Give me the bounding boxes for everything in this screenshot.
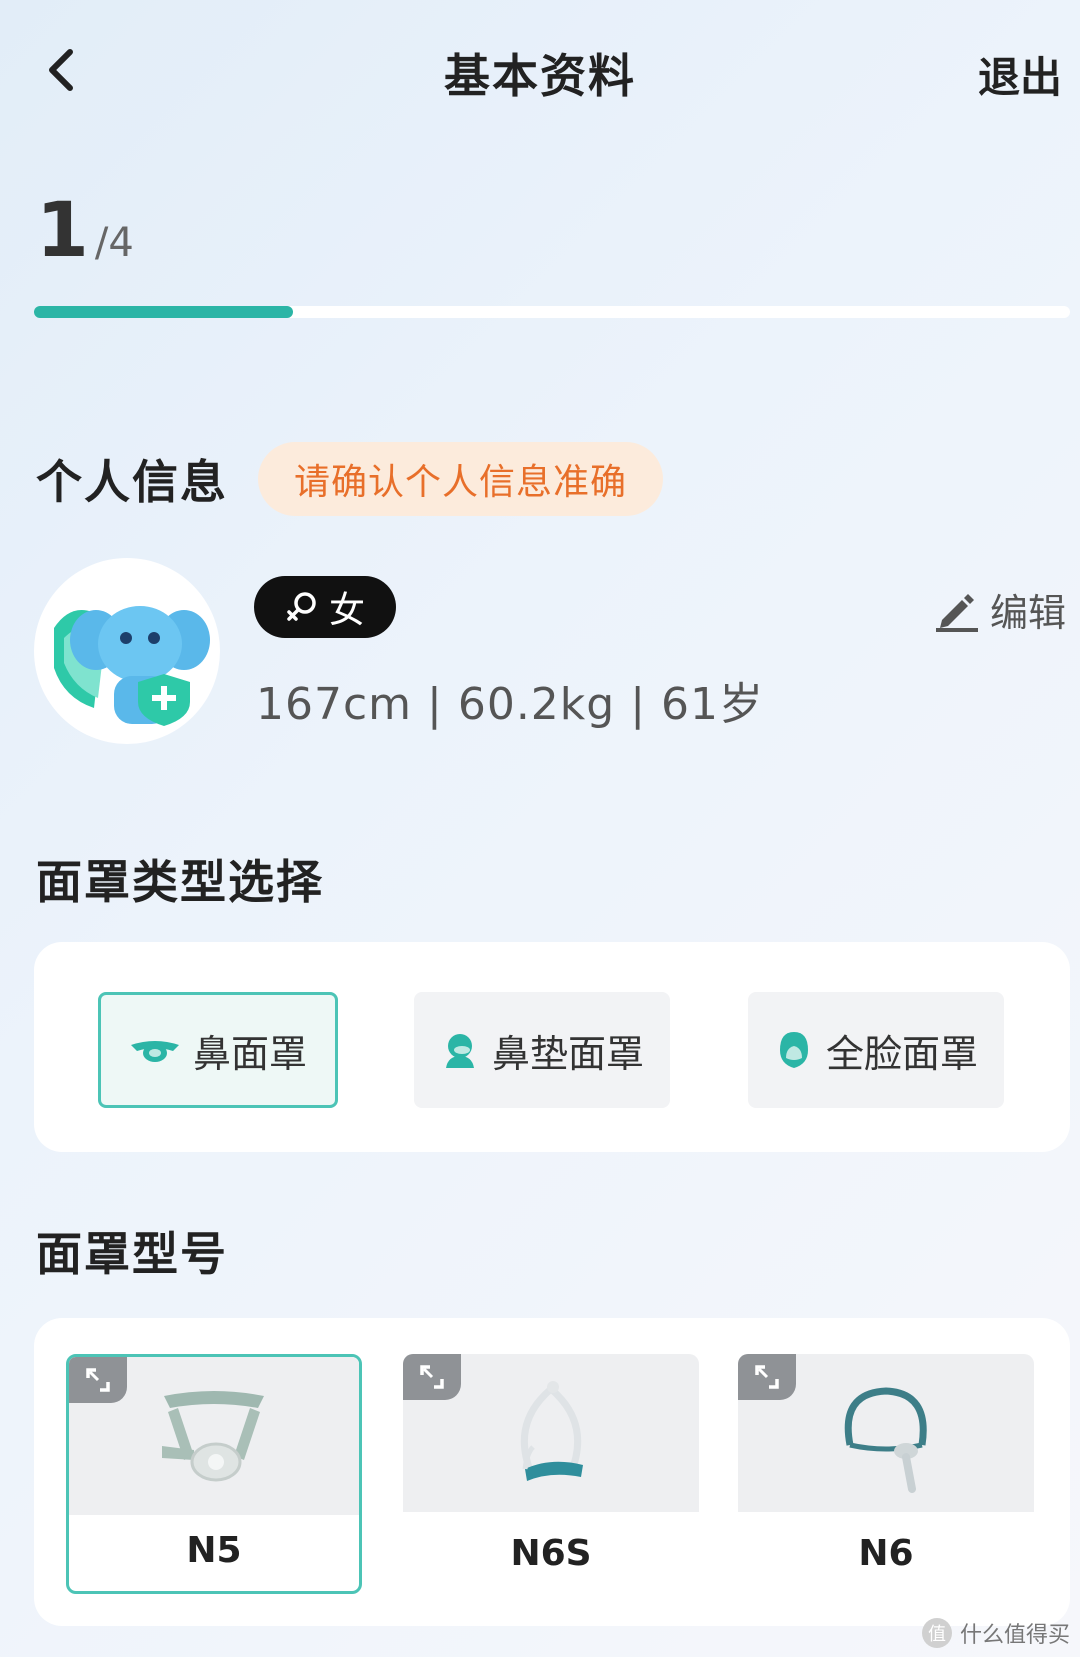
- mask-model-title: 面罩型号: [36, 1227, 228, 1281]
- mask-type-label: 全脸面罩: [825, 1031, 978, 1076]
- mask-n5-image: [162, 1391, 264, 1482]
- step-total: /4: [94, 220, 134, 266]
- avatar[interactable]: [34, 558, 220, 744]
- gender-label: 女: [328, 590, 365, 631]
- pencil-icon: [935, 593, 978, 632]
- elephant-mascot-icon: [54, 606, 210, 726]
- mask-type-full-face[interactable]: 全脸面罩: [748, 992, 1004, 1108]
- mask-model-card: N5 N6S N6: [34, 1318, 1070, 1626]
- mask-model-image: [403, 1354, 699, 1512]
- watermark-logo-icon: 值: [921, 1618, 952, 1648]
- progress-fill: [34, 306, 293, 318]
- progress-bar: [34, 306, 1070, 318]
- watermark-text: 什么值得买: [959, 1623, 1070, 1648]
- female-icon: [287, 592, 316, 621]
- exit-button[interactable]: 退出: [978, 44, 1062, 105]
- edit-label: 编辑: [989, 591, 1066, 635]
- info-notice-badge: 请确认个人信息准确: [258, 442, 664, 516]
- mask-type-title: 面罩类型选择: [36, 855, 324, 909]
- step-current: 1: [36, 185, 89, 274]
- expand-icon[interactable]: [738, 1354, 796, 1400]
- mask-model-n5[interactable]: N5: [66, 1354, 362, 1594]
- mask-model-name: N6: [858, 1532, 914, 1574]
- mask-type-label: 鼻面罩: [192, 1031, 307, 1076]
- gender-badge: 女: [254, 576, 396, 638]
- mask-model-name: N5: [186, 1529, 242, 1571]
- step-indicator: 1 /4: [36, 185, 134, 274]
- mask-n6s-image: [520, 1381, 583, 1481]
- full-face-mask-icon: [779, 1032, 808, 1068]
- mask-type-label: 鼻垫面罩: [491, 1031, 644, 1076]
- mask-model-n6[interactable]: N6: [738, 1354, 1034, 1594]
- expand-icon[interactable]: [69, 1357, 127, 1403]
- mask-type-nasal[interactable]: 鼻面罩: [98, 992, 338, 1108]
- personal-info-title: 个人信息: [36, 455, 228, 509]
- header-bar: 基本资料 退出: [0, 0, 1080, 150]
- mask-model-name: N6S: [510, 1532, 592, 1574]
- edit-button[interactable]: 编辑: [932, 582, 1066, 637]
- nasal-pillow-mask-icon: [445, 1034, 474, 1068]
- body-metrics: 167cm | 60.2kg | 61岁: [256, 679, 764, 730]
- mask-type-nasal-pillow[interactable]: 鼻垫面罩: [414, 992, 670, 1108]
- expand-icon[interactable]: [403, 1354, 461, 1400]
- mask-model-image: [69, 1357, 359, 1515]
- mask-type-card: 鼻面罩 鼻垫面罩 全脸面罩: [34, 942, 1070, 1152]
- nasal-mask-icon: [130, 1041, 179, 1062]
- mask-n6-image: [844, 1387, 927, 1493]
- watermark: 值 什么值得买: [921, 1617, 1070, 1649]
- mask-model-image: [738, 1354, 1034, 1512]
- page-title: 基本资料: [444, 49, 636, 103]
- mask-model-n6s[interactable]: N6S: [403, 1354, 699, 1594]
